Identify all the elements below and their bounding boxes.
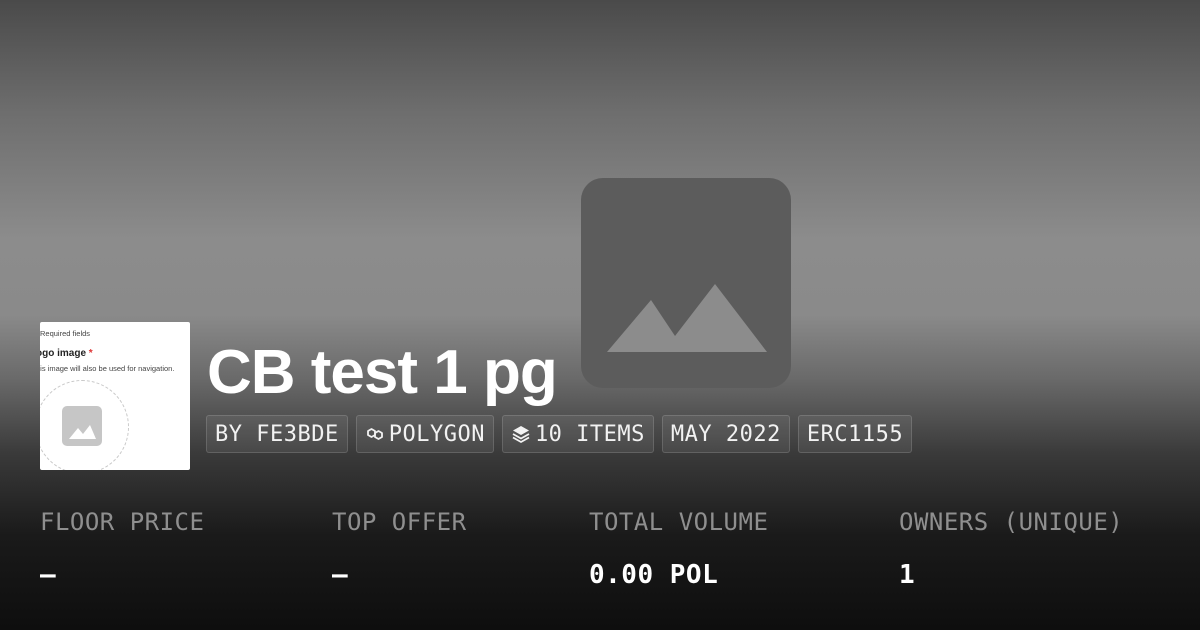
- collection-title: CB test 1 pg: [207, 338, 558, 407]
- image-placeholder-icon: [607, 284, 767, 352]
- creator-tag-label: BY FE3BDE: [215, 421, 339, 447]
- floor-price-stat: FLOOR PRICE –: [40, 506, 204, 592]
- owners-stat: OWNERS (UNIQUE) 1: [899, 506, 1123, 592]
- collection-tags: BY FE3BDE POLYGON 10 ITEMS MAY 2022 ERC1…: [206, 415, 913, 453]
- standard-tag-label: ERC1155: [806, 421, 904, 447]
- polygon-link-icon: [365, 424, 385, 444]
- navigation-note: his image will also be used for navigati…: [40, 364, 175, 373]
- image-icon: [62, 406, 102, 446]
- items-tag-label: 10 ITEMS: [534, 421, 645, 447]
- top-offer-label: TOP OFFER: [332, 508, 467, 536]
- required-fields-note: Required fields: [40, 329, 91, 338]
- total-volume-stat: TOTAL VOLUME 0.00 POL: [589, 506, 768, 592]
- standard-tag: ERC1155: [797, 415, 913, 453]
- owners-value: 1: [899, 560, 916, 590]
- floor-price-label: FLOOR PRICE: [40, 508, 205, 536]
- floor-price-value: –: [40, 560, 57, 590]
- owners-label: OWNERS (UNIQUE): [899, 508, 1124, 536]
- date-tag-label: MAY 2022: [670, 421, 781, 447]
- required-star: *: [88, 348, 93, 359]
- logo-image-label: ogo image *: [40, 348, 93, 359]
- chain-tag-label: POLYGON: [388, 421, 485, 447]
- items-tag[interactable]: 10 ITEMS: [501, 415, 654, 453]
- creator-tag[interactable]: BY FE3BDE: [206, 415, 348, 453]
- hero-image-placeholder: [581, 178, 791, 388]
- collection-avatar: Required fields ogo image * his image wi…: [40, 322, 190, 470]
- total-volume-value: 0.00 POL: [589, 560, 719, 590]
- total-volume-label: TOTAL VOLUME: [589, 508, 769, 536]
- logo-image-label-text: ogo image: [40, 348, 87, 359]
- chain-tag[interactable]: POLYGON: [355, 415, 494, 453]
- top-offer-stat: TOP OFFER –: [332, 506, 467, 592]
- top-offer-value: –: [332, 560, 349, 590]
- date-tag: MAY 2022: [661, 415, 790, 453]
- layers-icon: [511, 424, 531, 444]
